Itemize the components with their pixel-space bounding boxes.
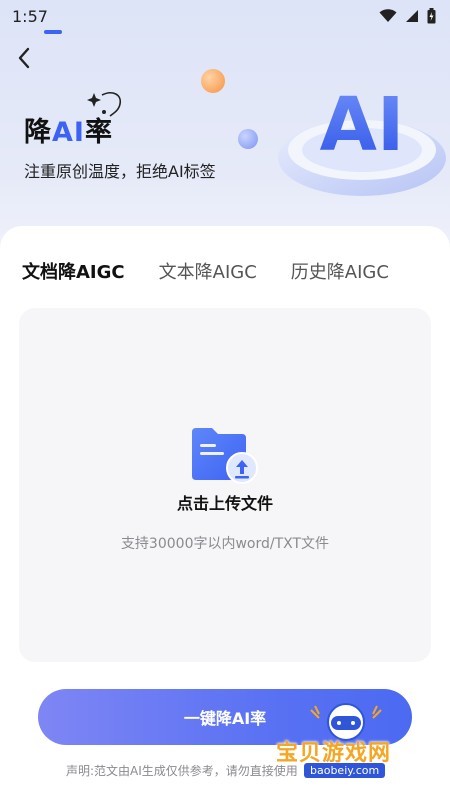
ai-3d-logo: AI — [278, 82, 446, 196]
upload-area[interactable]: 点击上传文件 支持30000字以内word/TXT文件 — [19, 308, 431, 662]
upload-hint: 支持30000字以内word/TXT文件 — [120, 536, 330, 552]
watermark-url: baobeiy.com — [304, 763, 386, 778]
chevron-left-icon — [18, 47, 30, 69]
folder-upload-icon — [192, 428, 258, 484]
status-icons — [379, 8, 436, 24]
decor-orb-orange — [201, 69, 225, 93]
signal-icon — [406, 10, 418, 22]
decor-orb-blue — [238, 129, 258, 149]
hero-title-ai: AI — [52, 117, 85, 148]
tab-history-aigc[interactable]: 历史降AIGC — [291, 258, 389, 284]
status-bar: 1:57 — [0, 0, 450, 32]
upload-label: 点击上传文件 — [176, 494, 273, 513]
hero-subtitle: 注重原创温度，拒绝AI标签 — [24, 162, 216, 181]
hero-title: 降AI率 — [24, 110, 113, 149]
ai-logo-text: AI — [320, 82, 405, 168]
hero-title-prefix: 降 — [24, 117, 52, 148]
hero-title-suffix: 率 — [84, 117, 113, 148]
tab-bar: 文档降AIGC 文本降AIGC 历史降AIGC — [22, 258, 389, 284]
status-time: 1:57 — [12, 6, 48, 26]
back-button[interactable] — [10, 44, 38, 72]
tab-document-aigc[interactable]: 文档降AIGC — [22, 258, 125, 284]
battery-icon — [427, 8, 436, 24]
active-tab-indicator — [44, 30, 62, 34]
disclaimer-text: 声明:范文由AI生成仅供参考，请勿直接使用 — [66, 764, 298, 778]
tab-text-aigc[interactable]: 文本降AIGC — [159, 258, 257, 284]
wifi-icon — [379, 9, 397, 22]
app-screen: 1:57 降AI率 注重原创温度，拒绝AI标签 AI 文档降AIGC 文本降AI… — [0, 0, 450, 800]
